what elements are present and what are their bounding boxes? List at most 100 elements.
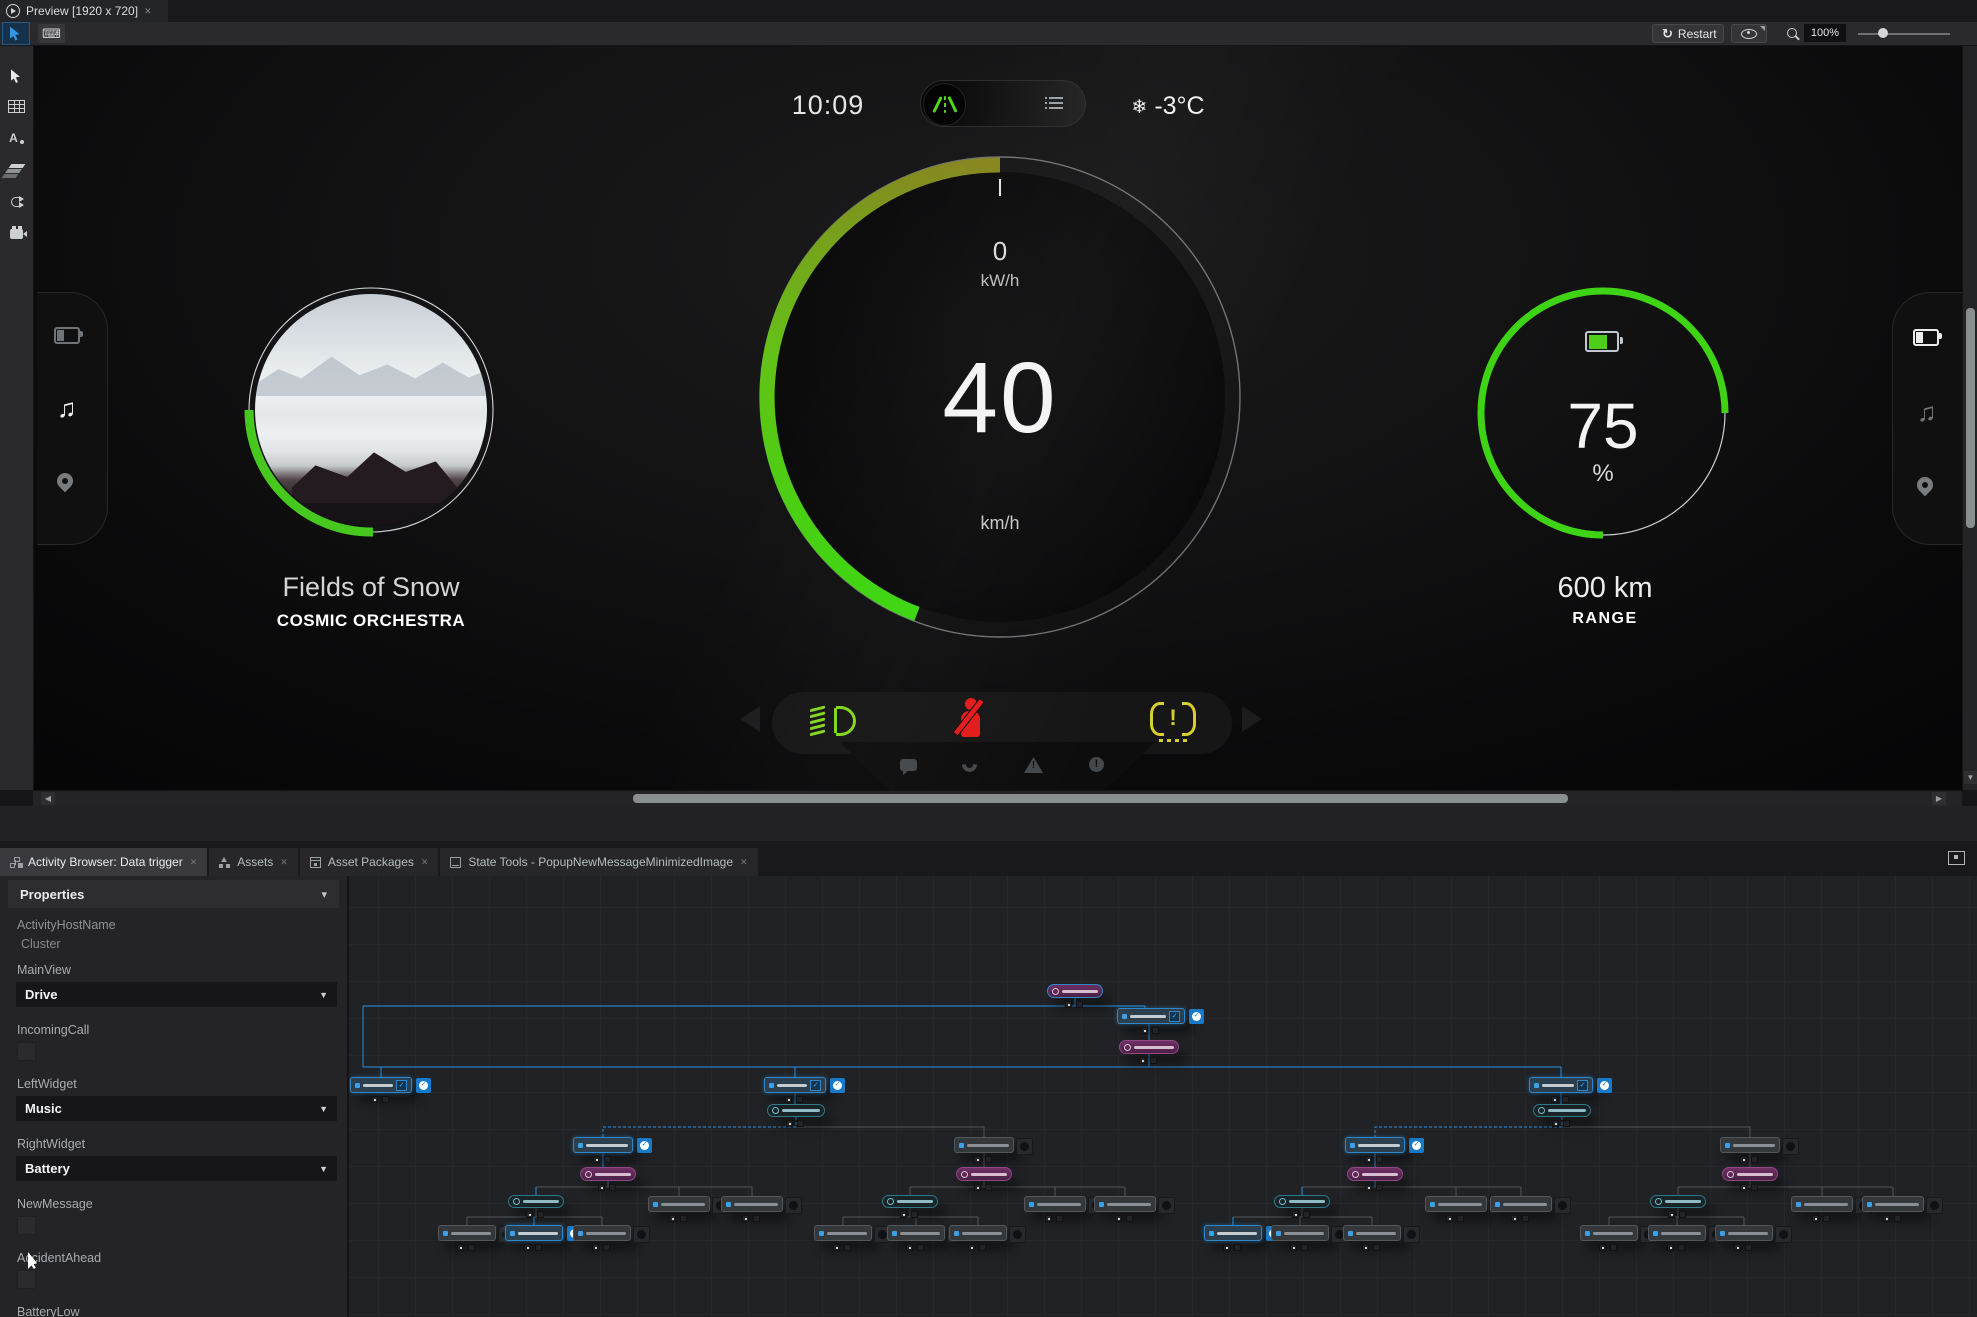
interact-tool-button[interactable] bbox=[2, 22, 30, 45]
node-connector[interactable] bbox=[1734, 1244, 1741, 1251]
graph-node[interactable] bbox=[573, 1137, 652, 1153]
node-disabled-badge[interactable] bbox=[1775, 1226, 1792, 1243]
node-disabled-badge[interactable] bbox=[1926, 1197, 1943, 1214]
graph-node[interactable] bbox=[1343, 1225, 1420, 1243]
graph-node[interactable] bbox=[949, 1225, 1026, 1243]
graph-node[interactable] bbox=[767, 1104, 825, 1117]
graph-node[interactable] bbox=[1720, 1137, 1799, 1155]
horizontal-scrollbar[interactable]: ◀ ▶ bbox=[33, 790, 1962, 807]
visibility-button[interactable] bbox=[1731, 24, 1767, 43]
graph-node[interactable] bbox=[580, 1167, 636, 1181]
node-connector[interactable] bbox=[985, 1156, 992, 1163]
graph-node[interactable] bbox=[1791, 1196, 1872, 1214]
close-icon[interactable]: ✕ bbox=[280, 857, 288, 867]
NewMessage-checkbox[interactable] bbox=[17, 1216, 36, 1235]
panel-tab[interactable]: Assets ✕ bbox=[209, 848, 298, 876]
phone-icon[interactable] bbox=[958, 753, 981, 776]
properties-header[interactable]: Properties ▾ bbox=[8, 880, 339, 908]
layers-tool-button[interactable] bbox=[0, 157, 33, 183]
graph-node[interactable] bbox=[1347, 1167, 1403, 1181]
vertical-scrollbar-thumb[interactable] bbox=[1966, 308, 1975, 528]
node-connector[interactable] bbox=[468, 1244, 475, 1251]
node-connector[interactable] bbox=[974, 1184, 981, 1191]
alert-circle-icon[interactable] bbox=[1089, 757, 1104, 772]
keyboard-tool-button[interactable]: ⌨ bbox=[38, 24, 65, 43]
node-connector[interactable] bbox=[1223, 1244, 1230, 1251]
node-connector[interactable] bbox=[786, 1120, 793, 1127]
graph-node[interactable] bbox=[508, 1195, 564, 1208]
node-connector[interactable] bbox=[604, 1156, 611, 1163]
node-connector[interactable] bbox=[1552, 1120, 1559, 1127]
node-connector[interactable] bbox=[1234, 1244, 1241, 1251]
navigation-widget-icon[interactable] bbox=[1913, 473, 1937, 497]
graph-node[interactable] bbox=[505, 1225, 582, 1241]
graph-node[interactable] bbox=[1650, 1195, 1706, 1208]
RightWidget-dropdown[interactable]: Battery ▼ bbox=[16, 1156, 337, 1181]
node-connector[interactable] bbox=[1522, 1215, 1529, 1222]
node-connector[interactable] bbox=[917, 1244, 924, 1251]
graph-node[interactable] bbox=[1648, 1225, 1725, 1243]
navigation-widget-icon[interactable] bbox=[53, 469, 77, 493]
horizontal-scrollbar-thumb[interactable] bbox=[633, 794, 1568, 803]
zoom-slider-track[interactable] bbox=[1858, 33, 1950, 35]
node-connector[interactable] bbox=[1376, 1184, 1383, 1191]
node-connector[interactable] bbox=[906, 1244, 913, 1251]
graph-node[interactable] bbox=[1862, 1196, 1943, 1214]
node-disabled-badge[interactable] bbox=[1009, 1226, 1026, 1243]
node-connector[interactable] bbox=[1141, 1027, 1148, 1034]
graph-node[interactable] bbox=[882, 1195, 938, 1208]
table-tool-button[interactable] bbox=[0, 93, 33, 119]
node-connector[interactable] bbox=[680, 1215, 687, 1222]
graph-node[interactable] bbox=[1204, 1225, 1281, 1241]
message-icon[interactable] bbox=[900, 759, 917, 775]
graph-node[interactable] bbox=[1580, 1225, 1657, 1243]
node-connector[interactable] bbox=[526, 1211, 533, 1218]
node-connector[interactable] bbox=[900, 1211, 907, 1218]
node-enabled-badge[interactable] bbox=[1409, 1138, 1424, 1153]
node-disabled-badge[interactable] bbox=[1158, 1197, 1175, 1214]
preview-tab[interactable]: Preview [1920 x 720] ✕ bbox=[0, 0, 168, 22]
node-connector[interactable] bbox=[1599, 1244, 1606, 1251]
node-connector[interactable] bbox=[1376, 1156, 1383, 1163]
text-tool-button[interactable]: A bbox=[0, 125, 33, 151]
graph-node[interactable] bbox=[1271, 1225, 1348, 1243]
node-disabled-badge[interactable] bbox=[1403, 1226, 1420, 1243]
node-disabled-badge[interactable] bbox=[785, 1197, 802, 1214]
node-connector[interactable] bbox=[1056, 1215, 1063, 1222]
close-icon[interactable]: ✕ bbox=[421, 857, 429, 867]
node-connector[interactable] bbox=[968, 1244, 975, 1251]
LeftWidget-dropdown[interactable]: Music ▼ bbox=[16, 1096, 337, 1121]
node-connector[interactable] bbox=[1562, 1096, 1569, 1103]
node-connector[interactable] bbox=[1551, 1096, 1558, 1103]
node-connector[interactable] bbox=[1065, 1001, 1072, 1008]
node-connector[interactable] bbox=[974, 1156, 981, 1163]
graph-node[interactable] bbox=[1715, 1225, 1792, 1243]
node-connector[interactable] bbox=[592, 1244, 599, 1251]
node-connector[interactable] bbox=[833, 1244, 840, 1251]
prev-arrow-icon[interactable] bbox=[740, 706, 760, 732]
node-disabled-badge[interactable] bbox=[1782, 1138, 1799, 1155]
next-arrow-icon[interactable] bbox=[1242, 706, 1262, 732]
MainView-dropdown[interactable]: Drive ▼ bbox=[16, 982, 337, 1007]
node-disabled-badge[interactable] bbox=[1016, 1138, 1033, 1155]
scroll-down-arrow[interactable]: ▼ bbox=[1964, 771, 1977, 784]
node-connector[interactable] bbox=[1883, 1215, 1890, 1222]
graph-node[interactable]: ✓ bbox=[764, 1077, 845, 1093]
graph-node[interactable] bbox=[648, 1196, 729, 1214]
list-view-icon[interactable] bbox=[1045, 97, 1063, 111]
node-connector[interactable] bbox=[1610, 1244, 1617, 1251]
AccidentAhead-checkbox[interactable] bbox=[17, 1270, 36, 1289]
node-enabled-badge[interactable] bbox=[1597, 1078, 1612, 1093]
node-enabled-badge[interactable] bbox=[830, 1078, 845, 1093]
node-connector[interactable] bbox=[1139, 1057, 1146, 1064]
node-connector[interactable] bbox=[1365, 1184, 1372, 1191]
drive-mode-toggle[interactable] bbox=[920, 80, 1086, 127]
fit-view-icon[interactable] bbox=[1948, 851, 1965, 865]
node-connector[interactable] bbox=[785, 1096, 792, 1103]
vertical-scrollbar[interactable]: ▼ bbox=[1962, 45, 1977, 790]
graph-node[interactable] bbox=[1425, 1196, 1506, 1214]
graph-node[interactable]: ✓ bbox=[1529, 1077, 1612, 1093]
node-connector[interactable] bbox=[1457, 1215, 1464, 1222]
node-enabled-badge[interactable] bbox=[637, 1138, 652, 1153]
close-icon[interactable]: ✕ bbox=[144, 6, 152, 16]
